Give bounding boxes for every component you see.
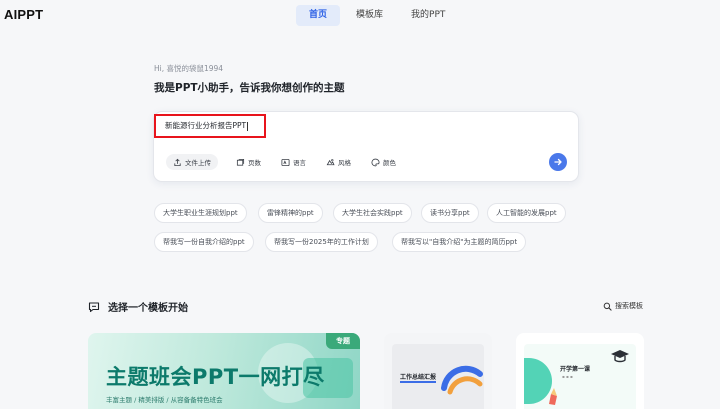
template-card-class-meeting[interactable]: 专题 主题班会PPT一网打尽 丰富主题 / 精美排版 / 从容备备特色班会 xyxy=(88,333,360,409)
file-upload-button[interactable]: 文件上传 xyxy=(166,154,218,170)
title-underline xyxy=(400,381,436,383)
pencil-icon xyxy=(549,388,557,405)
color-button[interactable]: 颜色 xyxy=(365,154,402,170)
style-label: 风格 xyxy=(338,159,351,167)
file-upload-label: 文件上传 xyxy=(185,159,211,167)
search-templates-button[interactable]: 搜索模板 xyxy=(603,301,643,311)
template-card-subtitle: 丰富主题 / 精美排版 / 从容备备特色班会 xyxy=(106,396,223,404)
greeting-username: Hi, 喜悦的袋鼠1994 xyxy=(154,64,224,73)
suggestion-chip[interactable]: 大学生社会实践ppt xyxy=(333,203,412,223)
language-button[interactable]: 语言 xyxy=(275,154,312,170)
prompt-input[interactable]: 新能源行业分析报告PPT xyxy=(154,114,266,138)
topic-badge: 专题 xyxy=(326,333,360,349)
upload-icon xyxy=(174,158,181,166)
template-card-title: 工作总结汇报 xyxy=(400,374,437,381)
template-card-title: 主题班会PPT一网打尽 xyxy=(106,365,325,389)
prompt-toolbar: 文件上传 页数 语言 风格 颜色 xyxy=(166,154,410,170)
template-card-title: 开学第一课 xyxy=(560,366,591,373)
suggestion-chip[interactable]: 帮我写一份自我介绍的ppt xyxy=(154,232,254,252)
graduation-cap-icon xyxy=(611,350,629,363)
search-icon xyxy=(603,302,612,311)
arrow-right-icon xyxy=(554,158,562,166)
top-header: AIPPT 首页 模板库 我的PPT xyxy=(0,0,720,32)
send-button[interactable] xyxy=(549,153,567,171)
template-thumbnail: 工作总结汇报 xyxy=(392,344,484,409)
suggestion-chip[interactable]: 大学生职业生涯规划ppt xyxy=(154,203,247,223)
color-label: 颜色 xyxy=(383,159,396,167)
template-thumbnail: 开学第一课 ▪ ▪ ▪ xyxy=(524,344,636,409)
suggestion-chip[interactable]: 读书分享ppt xyxy=(421,203,479,223)
prompt-input-value: 新能源行业分析报告PPT xyxy=(165,121,247,130)
language-icon xyxy=(281,158,290,166)
color-palette-icon xyxy=(371,158,380,166)
arc-graphic xyxy=(441,365,483,395)
greeting-headline: 我是PPT小助手，告诉我你想创作的主题 xyxy=(154,82,345,94)
style-button[interactable]: 风格 xyxy=(320,154,357,170)
nav-item-template-library[interactable]: 模板库 xyxy=(344,5,395,26)
nav-item-my-ppt[interactable]: 我的PPT xyxy=(399,5,457,26)
suggestion-chip[interactable]: 雷锋精神的ppt xyxy=(258,203,323,223)
text-caret xyxy=(247,121,249,131)
pages-button[interactable]: 页数 xyxy=(230,154,267,170)
nav-item-home[interactable]: 首页 xyxy=(296,5,341,26)
pages-icon xyxy=(236,158,245,166)
suggestion-chip[interactable]: 帮我写一份2025年的工作计划 xyxy=(265,232,378,252)
placeholder-dots: ▪ ▪ ▪ xyxy=(562,374,573,379)
template-card-first-lesson[interactable]: 开学第一课 ▪ ▪ ▪ xyxy=(516,333,644,409)
style-icon xyxy=(326,158,335,165)
app-logo[interactable]: AIPPT xyxy=(4,7,43,22)
top-nav: 首页 模板库 我的PPT xyxy=(296,5,461,26)
suggestion-chip[interactable]: 人工智能的发展ppt xyxy=(487,203,566,223)
search-templates-label: 搜索模板 xyxy=(615,302,643,310)
template-card-work-summary[interactable]: 工作总结汇报 xyxy=(384,333,492,409)
templates-section-label: 选择一个模板开始 xyxy=(108,303,188,314)
suggestion-chip[interactable]: 帮我写以"自我介绍"为主题的简历ppt xyxy=(392,232,527,252)
chat-bubble-icon xyxy=(88,301,100,312)
pages-label: 页数 xyxy=(248,159,261,167)
language-label: 语言 xyxy=(293,159,306,167)
templates-section-title: 选择一个模板开始 xyxy=(88,299,188,314)
prompt-card: 新能源行业分析报告PPT 文件上传 页数 语言 风格 颜色 xyxy=(153,111,579,182)
